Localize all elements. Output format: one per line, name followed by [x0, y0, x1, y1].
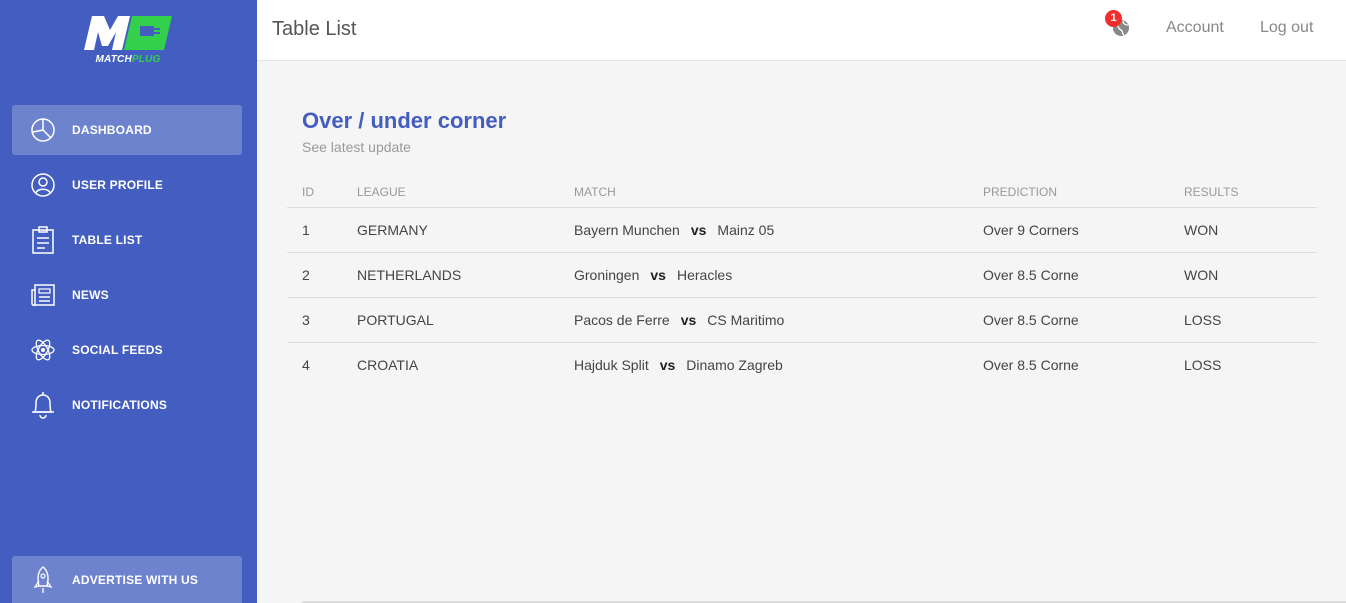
column-header-results: RESULTS [1169, 177, 1317, 208]
cell-match: Pacos de Ferre vs CS Maritimo [559, 297, 968, 343]
table-header-row: ID LEAGUE MATCH PREDICTION RESULTS [287, 177, 1317, 208]
page-title: Table List [272, 18, 357, 40]
cell-result: LOSS [1184, 356, 1222, 373]
column-header-prediction: PREDICTION [968, 177, 1169, 208]
column-header-league: LEAGUE [342, 177, 559, 208]
vs-label: vs [659, 356, 676, 373]
clipboard-icon [28, 225, 58, 255]
home-team: Hajduk Split [574, 356, 649, 373]
logout-link[interactable]: Log out [1260, 19, 1313, 37]
sidebar-item-label: DASHBOARD [72, 123, 152, 137]
cell-result: WON [1169, 252, 1317, 298]
sidebar-item-table-list[interactable]: TABLE LIST [12, 215, 242, 265]
cell-id: 3 [287, 297, 342, 343]
predictions-table: ID LEAGUE MATCH PREDICTION RESULTS 1 GER… [287, 177, 1317, 387]
card-subtitle: See latest update [302, 139, 411, 155]
home-team: Groningen [574, 266, 640, 283]
vs-label: vs [690, 221, 707, 238]
sidebar-nav: DASHBOARD USER PROFILE TABLE LIST NEWS S… [12, 105, 242, 435]
matchplug-logo[interactable]: MATCHPLUG [82, 14, 174, 70]
table-row: 4 CROATIA Hajduk Split vs Dinamo Zagreb Ov… [287, 342, 1317, 387]
table-row: 2 NETHERLANDS Groningen vs Heracles Over 8… [287, 252, 1317, 298]
sidebar-item-dashboard[interactable]: DASHBOARD [12, 105, 242, 155]
table-row: 3 PORTUGAL Pacos de Ferre vs CS Maritimo O… [287, 297, 1317, 343]
cell-result: WON [1169, 207, 1317, 253]
sidebar-item-news[interactable]: NEWS [12, 270, 242, 320]
column-header-match: MATCH [559, 177, 968, 208]
advertise-button[interactable]: ADVERTISE WITH US [12, 556, 242, 603]
notification-badge: 1 [1105, 10, 1122, 27]
vs-label: vs [680, 311, 697, 328]
user-icon [28, 170, 58, 200]
away-team: Heracles [676, 266, 733, 283]
cell-league: GERMANY [342, 207, 559, 253]
cell-result: LOSS [1169, 297, 1317, 343]
brand-name: MATCHPLUG [95, 54, 161, 65]
pie-chart-icon [28, 115, 58, 145]
sidebar-item-label: SOCIAL FEEDS [72, 343, 163, 357]
sidebar-item-social-feeds[interactable]: SOCIAL FEEDS [12, 325, 242, 375]
sidebar: MATCHPLUG DASHBOARD USER PROFILE TABLE L… [0, 0, 257, 603]
advertise-label: ADVERTISE WITH US [72, 572, 199, 587]
sidebar-item-user-profile[interactable]: USER PROFILE [12, 160, 242, 210]
sidebar-item-label: NEWS [72, 288, 109, 302]
newspaper-icon [28, 280, 58, 310]
cell-id: 4 [302, 356, 310, 373]
away-team: CS Maritimo [707, 311, 785, 328]
sidebar-item-label: USER PROFILE [72, 178, 164, 192]
cell-id: 1 [287, 207, 342, 253]
column-header-id: ID [287, 177, 342, 208]
away-team: Mainz 05 [717, 221, 775, 238]
account-link[interactable]: Account [1166, 19, 1224, 37]
rocket-icon [28, 565, 58, 595]
cell-match: Bayern Munchen vs Mainz 05 [559, 207, 968, 253]
sidebar-item-notifications[interactable]: NOTIFICATIONS [12, 380, 242, 430]
cell-id: 2 [287, 252, 342, 298]
logo-mark-icon [84, 16, 172, 50]
table-row: 1 GERMANY Bayern Munchen vs Mainz 05 Over … [287, 207, 1317, 253]
sidebar-item-label: TABLE LIST [72, 233, 143, 247]
cell-prediction: Over 8.5 Corne [968, 252, 1169, 298]
home-team: Bayern Munchen [574, 221, 680, 238]
cell-prediction: Over 8.5 Corne [968, 297, 1169, 343]
atom-icon [28, 335, 58, 365]
away-team: Dinamo Zagreb [686, 356, 783, 373]
top-navbar: Table List 1 Account Log out [257, 0, 1346, 61]
home-team: Pacos de Ferre [574, 311, 670, 328]
bell-icon [28, 390, 58, 420]
cell-match: Hajduk Split vs Dinamo Zagreb [559, 342, 968, 387]
cell-prediction: Over 9 Corners [968, 207, 1169, 253]
cell-league: NETHERLANDS [342, 252, 559, 298]
cell-prediction: Over 8.5 Corne [983, 356, 1079, 373]
cell-match: Groningen vs Heracles [559, 252, 968, 298]
cell-league: PORTUGAL [342, 297, 559, 343]
card-title: Over / under corner [302, 108, 507, 133]
sidebar-item-label: NOTIFICATIONS [72, 398, 168, 412]
cell-league: CROATIA [357, 356, 419, 373]
vs-label: vs [650, 266, 666, 283]
